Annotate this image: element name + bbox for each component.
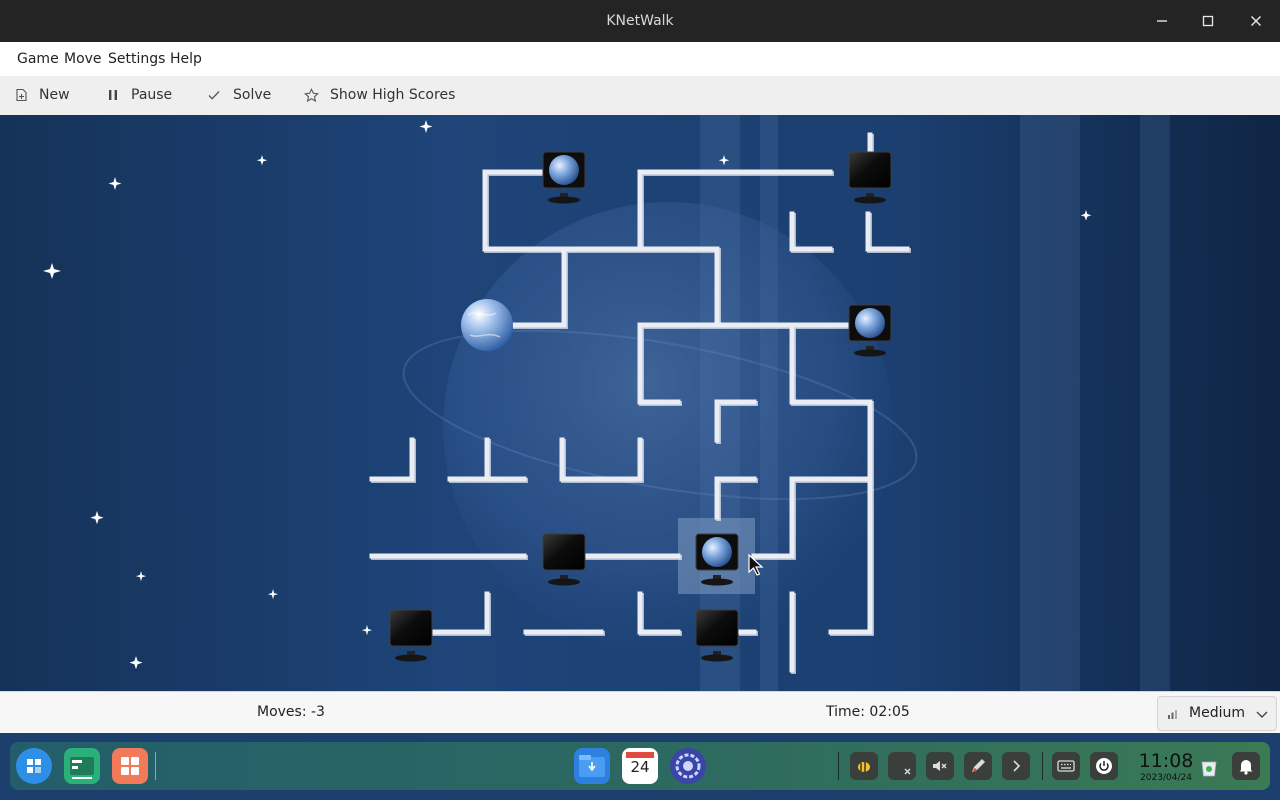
window-titlebar: KNetWalk: [0, 0, 1280, 42]
bee-icon[interactable]: [850, 752, 878, 780]
server-node[interactable]: [461, 299, 513, 351]
game-board[interactable]: [0, 115, 1280, 691]
calendar-day: 24: [630, 758, 650, 776]
bell-icon[interactable]: [1232, 752, 1260, 780]
trash-icon[interactable]: [1194, 752, 1222, 780]
launcher-icon[interactable]: [16, 748, 52, 784]
chevron-down-icon: [1256, 711, 1268, 718]
new-button[interactable]: New: [14, 76, 78, 115]
keyboard-icon[interactable]: [1052, 752, 1080, 780]
close-button[interactable]: [1233, 0, 1279, 42]
maximize-button[interactable]: [1185, 0, 1231, 42]
background-globe: [443, 202, 893, 652]
menu-settings[interactable]: Settings: [108, 42, 165, 76]
chevron-right-icon[interactable]: [1002, 752, 1030, 780]
new-document-icon: [16, 88, 27, 102]
difficulty-value: Medium: [1189, 705, 1245, 721]
minimize-button[interactable]: [1139, 0, 1185, 42]
calendar-icon[interactable]: 24: [622, 748, 658, 784]
clock-time: 11:08: [1138, 750, 1194, 772]
close-app-icon[interactable]: [888, 752, 916, 780]
board-canvas[interactable]: [0, 115, 1280, 691]
moves-counter: Moves: -3: [257, 704, 325, 720]
file-manager-icon[interactable]: [574, 748, 610, 784]
pause-icon: [109, 90, 117, 100]
app-grid-icon[interactable]: [112, 748, 148, 784]
time-counter: Time: 02:05: [826, 704, 910, 720]
terminal-icon[interactable]: [64, 748, 100, 784]
pen-icon[interactable]: [964, 752, 992, 780]
solve-label: Solve: [233, 87, 272, 103]
status-bar: Moves: -3 Time: 02:05 Medium: [0, 691, 1280, 733]
new-label: New: [39, 87, 70, 103]
checkmark-icon: [208, 91, 220, 100]
show-high-scores-button[interactable]: Show High Scores: [304, 76, 456, 115]
difficulty-bars-icon: [1168, 710, 1177, 719]
window-title: KNetWalk: [606, 13, 674, 29]
close-icon: [1251, 16, 1261, 26]
tray-divider: [838, 752, 839, 780]
taskbar: 24 11:08 2023/04/24: [10, 742, 1270, 790]
clock-date: 2023/04/24: [1140, 773, 1192, 783]
pause-button[interactable]: Pause: [106, 76, 180, 115]
minimize-icon: [1157, 20, 1167, 22]
settings-icon[interactable]: [670, 748, 706, 784]
menu-move[interactable]: Move: [64, 42, 102, 76]
star-icon: [304, 88, 319, 103]
menu-help[interactable]: Help: [170, 42, 202, 76]
power-icon[interactable]: [1090, 752, 1118, 780]
tray-divider-2: [1042, 752, 1043, 780]
show-high-scores-label: Show High Scores: [330, 87, 456, 103]
pause-label: Pause: [131, 87, 173, 103]
solve-button[interactable]: Solve: [207, 76, 273, 115]
maximize-icon: [1202, 15, 1214, 27]
taskbar-divider: [155, 752, 156, 780]
mute-icon[interactable]: [926, 752, 954, 780]
menu-bar: Game Move Settings Help: [0, 42, 1280, 76]
toolbar: New Pause Solve Show High Scores: [0, 76, 1280, 116]
menu-game[interactable]: Game: [17, 42, 59, 76]
difficulty-select[interactable]: Medium: [1157, 696, 1277, 731]
